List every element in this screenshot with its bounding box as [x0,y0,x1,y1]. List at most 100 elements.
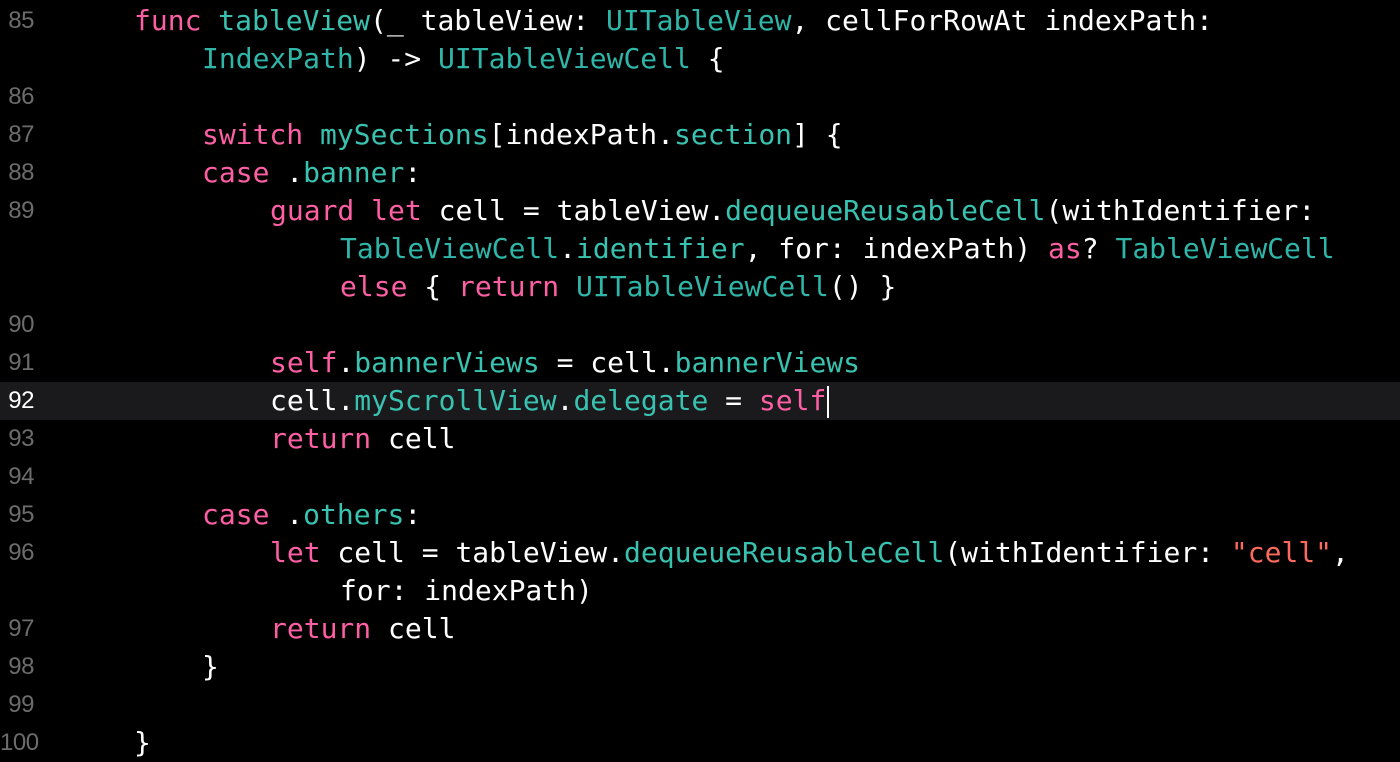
code-line-94[interactable]: 94 [0,458,1400,496]
text-caret [827,386,830,418]
code-token: switch [202,118,304,151]
code-token: { [407,270,459,303]
code-text: return cell [270,610,455,648]
code-line-97[interactable]: 97 return cell [0,610,1400,648]
code-token: () } [828,270,897,303]
code-text: switch mySections[indexPath.section] { [202,116,843,154]
code-token: = [708,384,759,417]
line-number: 97 [8,615,34,642]
code-line-90[interactable]: 90 [0,306,1400,344]
code-line-96[interactable]: 96 let cell = tableView.dequeueReusableCe… [0,534,1400,572]
code-token: return [270,612,372,645]
code-token: UITableViewCell [438,42,691,75]
line-number: 100 [0,729,39,756]
code-line-98[interactable]: 98} [0,648,1400,686]
code-line-100[interactable]: 100} [0,724,1400,762]
code-line-85[interactable]: 85 func tableView(_ tableView: UITableVie… [0,2,1400,40]
code-token: func [134,4,202,37]
code-line-88[interactable]: 88 case .banner: [0,154,1400,192]
code-line-91[interactable]: 91 self.bannerViews = cell.bannerViews [0,344,1400,382]
code-token: case [202,498,270,531]
code-editor[interactable]: 85 func tableView(_ tableView: UITableVie… [0,0,1400,759]
code-token: return [270,422,372,455]
code-line-continuation[interactable]: IndexPath) -> UITableViewCell { [0,40,1400,78]
code-token: UITableViewCell [576,270,829,303]
line-number: 88 [8,159,34,186]
code-token: ) -> [353,42,439,75]
code-token: bannerViews [354,346,540,379]
line-number: 96 [8,539,34,566]
code-token: guard [270,194,355,227]
code-token: . [337,346,355,379]
code-token: "cell" [1230,536,1333,569]
code-token: TableViewCell [340,232,560,265]
code-token: = cell. [539,346,675,379]
code-token: else [340,270,408,303]
line-number: 99 [8,691,34,718]
line-number: 92 [8,387,34,414]
code-token: mySections [320,118,489,151]
code-token: IndexPath [202,42,354,75]
code-token: [indexPath. [488,118,675,151]
code-token: } [202,650,219,683]
code-token: . [269,156,304,189]
code-line-87[interactable]: 87 switch mySections[indexPath.section] { [0,116,1400,154]
code-line-continuation[interactable]: else { return UITableViewCell() } [0,268,1400,306]
code-token: banner [303,156,405,189]
code-token: let [270,536,321,569]
code-text: func tableView(_ tableView: UITableView,… [134,2,1213,40]
code-line-86[interactable]: 86 [0,78,1400,116]
code-line-99[interactable]: 99 [0,686,1400,724]
code-token: tableView [218,4,371,37]
code-token: . [556,384,574,417]
code-token: let [371,194,422,227]
code-token: cell [371,422,456,455]
code-token: TableViewCell [1115,232,1335,265]
code-token: , cellForRowAt indexPath: [791,4,1213,37]
code-token: dequeueReusableCell [624,536,945,569]
line-number: 85 [8,7,34,34]
line-number: 98 [8,653,34,680]
code-token: : [404,498,422,531]
line-number: 86 [8,83,34,110]
line-number: 95 [8,501,34,528]
code-token: { [690,42,725,75]
code-token: dequeueReusableCell [725,194,1046,227]
code-token: myScrollView [354,384,557,417]
code-token: } [134,726,151,759]
code-line-93[interactable]: 93 return cell [0,420,1400,458]
code-text: } [202,648,219,686]
code-token: identifier [576,232,745,265]
code-token: . [559,232,577,265]
code-token: as [1048,232,1082,265]
code-token: UITableView [606,4,792,37]
code-text: cell.myScrollView.delegate = self [270,382,830,420]
code-line-continuation[interactable]: TableViewCell.identifier, for: indexPath… [0,230,1400,268]
code-token: cell. [270,384,355,417]
code-token: section [674,118,793,151]
code-token: (withIdentifier: [944,536,1231,569]
code-text: self.bannerViews = cell.bannerViews [270,344,860,382]
line-number: 89 [8,197,34,224]
code-token: self [758,384,827,417]
code-line-89[interactable]: 89 guard let cell = tableView.dequeueReus… [0,192,1400,230]
code-line-continuation[interactable]: for: indexPath) [0,572,1400,610]
code-line-92[interactable]: 92 cell.myScrollView.delegate = self [0,382,1400,420]
code-text: IndexPath) -> UITableViewCell { [202,40,725,78]
code-text: for: indexPath) [340,572,593,610]
code-token: for: indexPath) [340,574,593,607]
code-text: else { return UITableViewCell() } [340,268,896,306]
code-token: . [269,498,304,531]
code-line-95[interactable]: 95 case .others: [0,496,1400,534]
code-text: let cell = tableView.dequeueReusableCell… [270,534,1349,572]
code-text: return cell [270,420,455,458]
code-token: return [458,270,560,303]
code-token: bannerViews [674,346,861,379]
line-number: 87 [8,121,34,148]
code-token: : [404,156,422,189]
code-text: guard let cell = tableView.dequeueReusab… [270,192,1315,230]
